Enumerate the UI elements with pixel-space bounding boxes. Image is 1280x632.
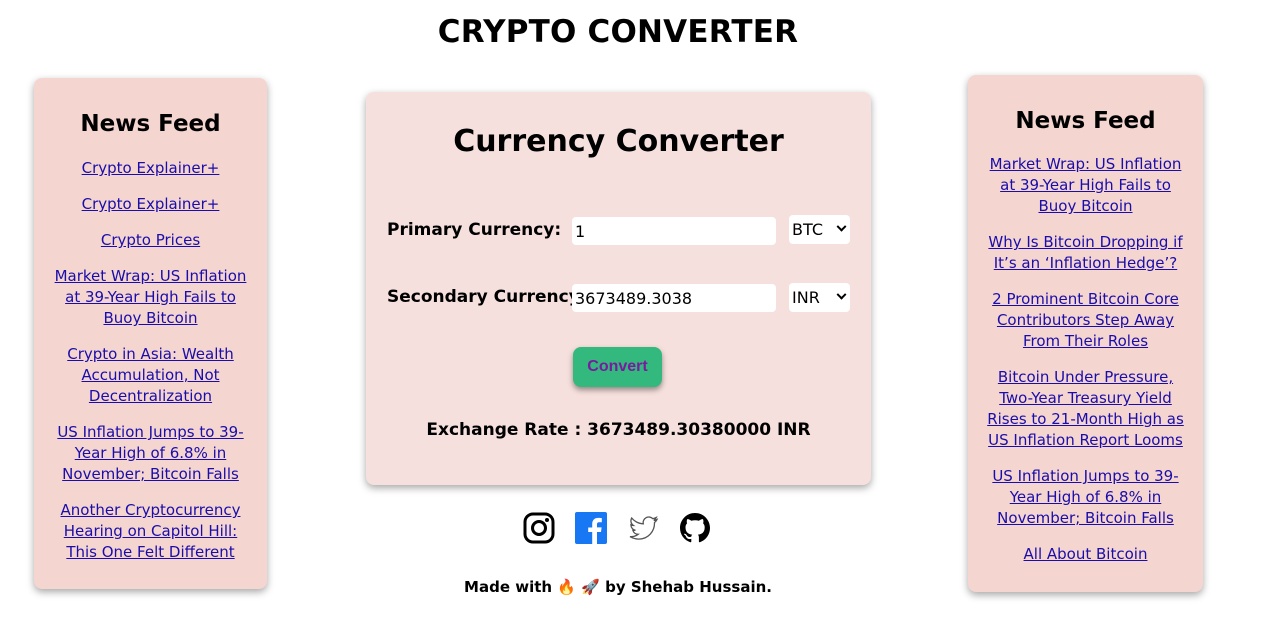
news-link[interactable]: Crypto Explainer+: [82, 159, 220, 177]
news-link[interactable]: Bitcoin Under Pressure, Two-Year Treasur…: [987, 368, 1184, 449]
github-icon[interactable]: [679, 512, 711, 544]
list-item: US Inflation Jumps to 39-Year High of 6.…: [48, 422, 253, 485]
list-item: Crypto Prices: [48, 230, 253, 251]
news-link[interactable]: Crypto in Asia: Wealth Accumulation, Not…: [67, 345, 234, 405]
currency-converter-card: Currency Converter Primary Currency: BTC…: [366, 92, 871, 485]
facebook-icon[interactable]: [575, 512, 607, 544]
chevron-down-icon: [836, 221, 847, 232]
list-item: Crypto Explainer+: [48, 194, 253, 215]
news-feed-left: News Feed Crypto Explainer+ Crypto Expla…: [34, 78, 267, 589]
list-item: Crypto Explainer+: [48, 158, 253, 179]
chevron-down-icon: [836, 289, 847, 300]
secondary-currency-select[interactable]: INR: [789, 283, 850, 312]
list-item: Market Wrap: US Inflation at 39-Year Hig…: [982, 154, 1189, 217]
news-list: Market Wrap: US Inflation at 39-Year Hig…: [982, 154, 1189, 565]
news-link[interactable]: Crypto Explainer+: [82, 195, 220, 213]
twitter-icon[interactable]: [627, 512, 659, 544]
list-item: 2 Prominent Bitcoin Core Contributors St…: [982, 289, 1189, 352]
news-link[interactable]: All About Bitcoin: [1024, 545, 1148, 563]
secondary-amount-input[interactable]: [572, 284, 776, 312]
exchange-rate-text: Exchange Rate : 3673489.30380000 INR: [426, 420, 811, 440]
news-link[interactable]: 2 Prominent Bitcoin Core Contributors St…: [992, 290, 1179, 350]
primary-currency-label: Primary Currency:: [387, 220, 562, 240]
news-link[interactable]: US Inflation Jumps to 39-Year High of 6.…: [57, 423, 243, 483]
primary-currency-select[interactable]: BTC: [789, 215, 850, 244]
list-item: Crypto in Asia: Wealth Accumulation, Not…: [48, 344, 253, 407]
news-link[interactable]: Why Is Bitcoin Dropping if It’s an ‘Infl…: [988, 233, 1182, 272]
list-item: Market Wrap: US Inflation at 39-Year Hig…: [48, 266, 253, 329]
list-item: US Inflation Jumps to 39-Year High of 6.…: [982, 466, 1189, 529]
instagram-icon[interactable]: [523, 512, 555, 544]
primary-currency-value: BTC: [792, 220, 823, 239]
news-link[interactable]: Another Cryptocurrency Hearing on Capito…: [61, 501, 241, 561]
news-link[interactable]: Crypto Prices: [101, 231, 200, 249]
news-feed-right: News Feed Market Wrap: US Inflation at 3…: [968, 75, 1203, 592]
news-link[interactable]: Market Wrap: US Inflation at 39-Year Hig…: [55, 267, 247, 327]
convert-button[interactable]: Convert: [573, 347, 662, 387]
news-link[interactable]: US Inflation Jumps to 39-Year High of 6.…: [992, 467, 1178, 527]
list-item: Another Cryptocurrency Hearing on Capito…: [48, 500, 253, 563]
primary-amount-input[interactable]: [572, 217, 776, 245]
list-item: Bitcoin Under Pressure, Two-Year Treasur…: [982, 367, 1189, 451]
news-list: Crypto Explainer+ Crypto Explainer+ Cryp…: [48, 158, 253, 563]
page-title: CRYPTO CONVERTER: [437, 14, 799, 50]
news-feed-heading: News Feed: [1015, 108, 1156, 134]
news-link[interactable]: Market Wrap: US Inflation at 39-Year Hig…: [990, 155, 1182, 215]
list-item: All About Bitcoin: [982, 544, 1189, 565]
converter-title: Currency Converter: [453, 124, 784, 159]
social-links: [523, 512, 711, 544]
secondary-currency-value: INR: [792, 288, 820, 307]
news-feed-heading: News Feed: [80, 111, 221, 137]
secondary-currency-label: Secondary Currency:: [387, 287, 587, 307]
list-item: Why Is Bitcoin Dropping if It’s an ‘Infl…: [982, 232, 1189, 274]
